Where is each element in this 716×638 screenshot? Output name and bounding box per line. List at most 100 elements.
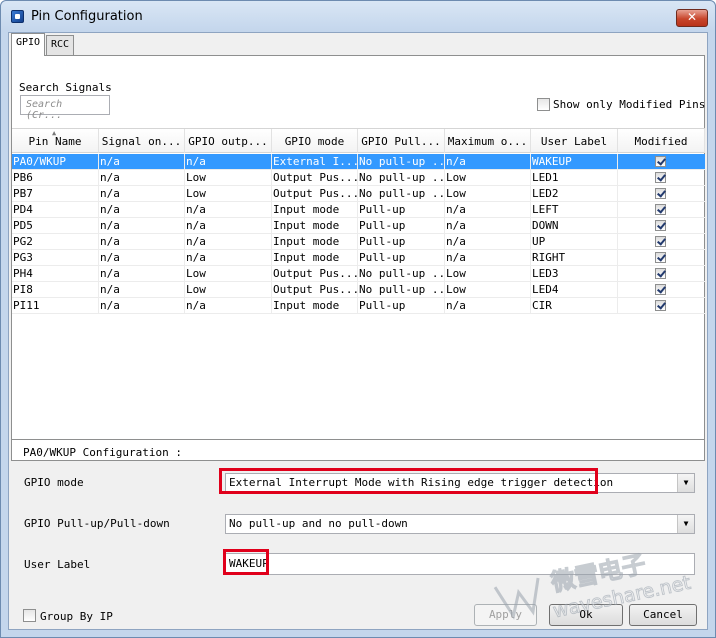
column-header-modified[interactable]: Modified: [618, 129, 705, 153]
modified-checkbox[interactable]: [655, 236, 666, 247]
pin-config-group: PA0/WKUP Configuration : GPIO mode Exter…: [11, 439, 705, 587]
cell-gpio-pull: Pull-up: [358, 298, 445, 314]
modified-checkbox[interactable]: [655, 268, 666, 279]
modified-checkbox[interactable]: [655, 252, 666, 263]
cell-pin-name: PH4: [12, 266, 99, 282]
table-row[interactable]: PI11 n/a n/a Input mode Pull-up n/a CIR: [12, 298, 705, 314]
modified-checkbox[interactable]: [655, 220, 666, 231]
search-signals-input[interactable]: Search (Cr...: [20, 95, 110, 121]
cell-max-speed: n/a: [445, 218, 531, 234]
cell-pin-name: PG3: [12, 250, 99, 266]
pin-configuration-window: Pin Configuration ✕ GPIO RCC Search Sign…: [0, 0, 716, 638]
cell-user-label: LED2: [531, 186, 618, 202]
column-header-user-label[interactable]: User Label: [531, 129, 618, 153]
table-row[interactable]: PD5 n/a n/a Input mode Pull-up n/a DOWN: [12, 218, 705, 234]
table-row[interactable]: PB6 n/a Low Output Pus... No pull-up ... Low L…: [12, 170, 705, 186]
cell-max-speed: n/a: [445, 154, 531, 170]
gpio-mode-select[interactable]: External Interrupt Mode with Rising edge…: [225, 473, 695, 493]
dialog-client-area: GPIO RCC Search Signals Search (Cr... Sh…: [8, 32, 708, 630]
column-header-pin-name[interactable]: ▲ Pin Name: [12, 129, 99, 153]
cell-gpio-pull: Pull-up: [358, 202, 445, 218]
table-row[interactable]: PH4 n/a Low Output Pus... No pull-up ... Low L…: [12, 266, 705, 282]
cell-signal: n/a: [99, 218, 185, 234]
cell-gpio-pull: No pull-up ...: [359, 186, 445, 202]
pin-table-header: ▲ Pin Name Signal on... GPIO outp... GPI…: [12, 129, 705, 153]
cell-max-speed: Low: [445, 186, 531, 202]
cell-pin-name: PI8: [12, 282, 99, 298]
cell-gpio-mode: Input mode: [272, 202, 358, 218]
modified-checkbox[interactable]: [655, 204, 666, 215]
cell-max-speed: Low: [445, 282, 531, 298]
modified-checkbox[interactable]: [655, 188, 666, 199]
cell-gpio-mode: Output Pus...: [273, 170, 358, 186]
cell-user-label: CIR: [531, 298, 618, 314]
table-row[interactable]: PA0/WKUP n/a n/a External I... No pull-up ..…: [12, 154, 705, 170]
modified-checkbox[interactable]: [655, 172, 666, 183]
cell-user-label: UP: [531, 234, 618, 250]
cancel-button[interactable]: Cancel: [629, 604, 697, 626]
group-by-ip-label: Group By IP: [40, 610, 113, 623]
table-row[interactable]: PG3 n/a n/a Input mode Pull-up n/a RIGHT: [12, 250, 705, 266]
cell-max-speed: n/a: [445, 202, 531, 218]
cell-gpio-mode: Output Pus...: [273, 282, 358, 298]
cell-user-label: RIGHT: [531, 250, 618, 266]
table-row[interactable]: PI8 n/a Low Output Pus... No pull-up ... Low L…: [12, 282, 705, 298]
cell-pin-name: PI11: [12, 298, 99, 314]
column-header-gpio-mode[interactable]: GPIO mode: [272, 129, 358, 153]
tab-rcc[interactable]: RCC: [46, 35, 74, 55]
close-button[interactable]: ✕: [676, 9, 708, 27]
modified-checkbox[interactable]: [655, 156, 666, 167]
window-title: Pin Configuration: [31, 9, 143, 24]
show-modified-checkbox[interactable]: [537, 98, 550, 111]
cell-max-speed: n/a: [445, 250, 531, 266]
cell-gpio-pull: Pull-up: [358, 250, 445, 266]
cell-gpio-output: Low: [185, 170, 272, 186]
cell-max-speed: Low: [445, 170, 531, 186]
cell-user-label: WAKEUP: [531, 154, 618, 170]
gpio-pull-select[interactable]: No pull-up and no pull-down ▼: [225, 514, 695, 534]
cell-gpio-output: n/a: [185, 202, 272, 218]
gpio-pull-label: GPIO Pull-up/Pull-down: [24, 517, 170, 530]
modified-checkbox[interactable]: [655, 284, 666, 295]
cell-gpio-mode: External I...: [273, 154, 358, 170]
column-header-gpio-pull[interactable]: GPIO Pull...: [358, 129, 445, 153]
user-label-label: User Label: [24, 558, 91, 571]
table-row[interactable]: PB7 n/a Low Output Pus... No pull-up ... Low L…: [12, 186, 705, 202]
cell-signal: n/a: [99, 282, 185, 298]
cell-signal: n/a: [99, 298, 185, 314]
cell-gpio-pull: No pull-up ...: [359, 282, 445, 298]
chevron-down-icon[interactable]: ▼: [677, 515, 694, 533]
cell-gpio-pull: No pull-up ...: [359, 154, 445, 170]
ok-button[interactable]: Ok: [549, 604, 623, 626]
cell-pin-name: PG2: [12, 234, 99, 250]
cell-gpio-output: n/a: [185, 250, 272, 266]
cell-signal: n/a: [99, 154, 185, 170]
column-header-gpio-output[interactable]: GPIO outp...: [185, 129, 272, 153]
column-header-max-output-speed[interactable]: Maximum o...: [445, 129, 531, 153]
chevron-down-icon[interactable]: ▼: [677, 474, 694, 492]
cell-user-label: LED3: [531, 266, 618, 282]
modified-checkbox[interactable]: [655, 300, 666, 311]
group-by-ip-checkbox[interactable]: [23, 609, 36, 622]
cell-user-label: LEFT: [531, 202, 618, 218]
cell-gpio-pull: Pull-up: [358, 234, 445, 250]
column-header-signal[interactable]: Signal on...: [99, 129, 185, 153]
cell-pin-name: PD5: [12, 218, 99, 234]
cell-max-speed: n/a: [445, 234, 531, 250]
cell-user-label: LED4: [531, 282, 618, 298]
tab-gpio[interactable]: GPIO: [11, 33, 45, 56]
cell-max-speed: Low: [445, 266, 531, 282]
apply-button[interactable]: Apply: [474, 604, 537, 626]
user-label-input[interactable]: WAKEUP: [225, 553, 695, 575]
cell-gpio-mode: Output Pus...: [273, 266, 358, 282]
search-signals-label: Search Signals: [19, 81, 112, 94]
cell-max-speed: n/a: [445, 298, 531, 314]
cell-signal: n/a: [99, 170, 185, 186]
gpio-mode-value: External Interrupt Mode with Rising edge…: [229, 476, 614, 489]
title-bar: Pin Configuration ✕: [1, 1, 715, 31]
pin-table: ▲ Pin Name Signal on... GPIO outp... GPI…: [12, 128, 705, 438]
table-row[interactable]: PG2 n/a n/a Input mode Pull-up n/a UP: [12, 234, 705, 250]
pin-config-title: PA0/WKUP Configuration :: [23, 446, 182, 459]
cell-pin-name: PA0/WKUP: [12, 154, 99, 170]
table-row[interactable]: PD4 n/a n/a Input mode Pull-up n/a LEFT: [12, 202, 705, 218]
